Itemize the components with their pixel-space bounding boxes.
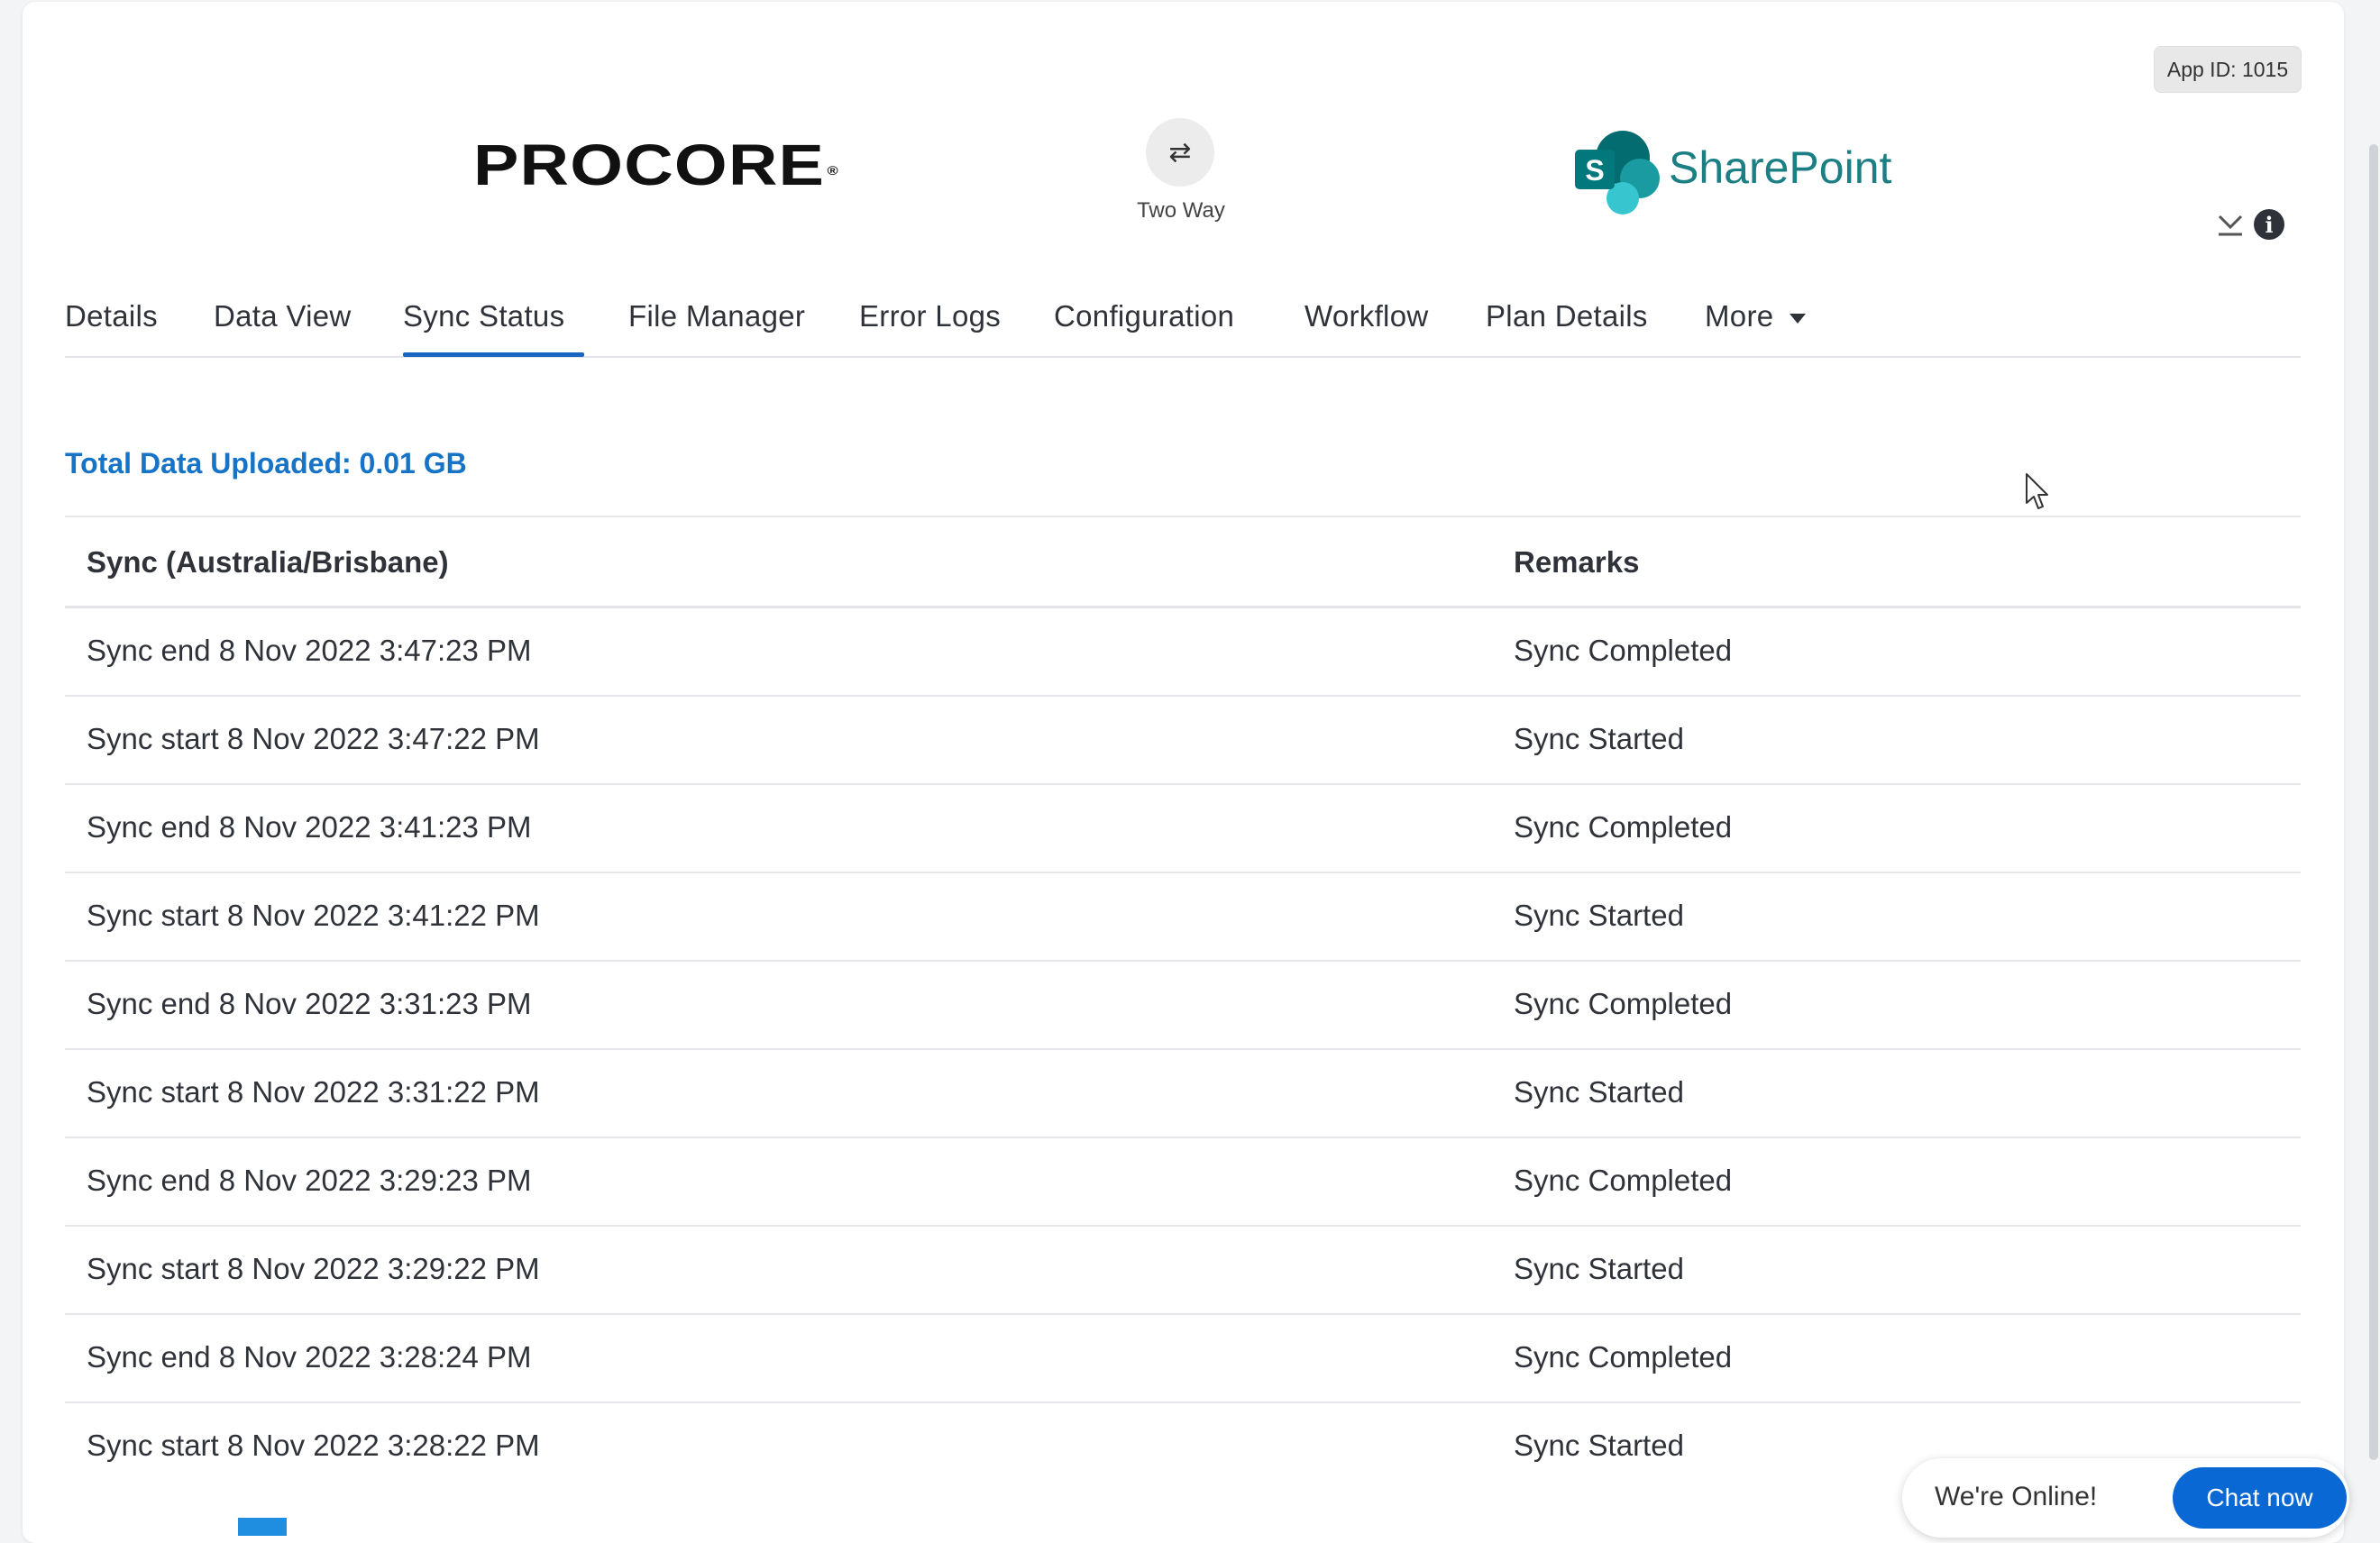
tab-bar: Details Data View Sync Status File Manag… [65,290,2301,358]
tab-error-logs[interactable]: Error Logs [859,299,1001,333]
column-header-remarks: Remarks [1514,545,1640,579]
table-row: Sync start 8 Nov 2022 3:31:22 PM Sync St… [65,1050,2301,1138]
sync-cell: Sync end 8 Nov 2022 3:47:23 PM [87,634,532,667]
remarks-cell: Sync Started [1514,1429,1684,1462]
remarks-cell: Sync Completed [1514,810,1733,844]
pagination-active-page[interactable] [238,1518,287,1536]
remarks-cell: Sync Completed [1514,634,1733,667]
remarks-cell: Sync Started [1514,1252,1684,1285]
procore-logo: PROCORE ® [473,132,839,197]
sharepoint-logo-icon: S [1575,131,1660,215]
caret-down-icon [1790,313,1807,324]
sync-cell: Sync start 8 Nov 2022 3:41:22 PM [87,899,540,932]
remarks-cell: Sync Completed [1514,987,1733,1020]
remarks-cell: Sync Started [1514,899,1684,932]
sync-status-table: Sync (Australia/Brisbane) Remarks Sync e… [65,516,2301,1490]
active-tab-indicator [403,352,584,357]
table-row: Sync start 8 Nov 2022 3:47:22 PM Sync St… [65,697,2301,785]
column-header-sync: Sync (Australia/Brisbane) [87,545,449,579]
table-row: Sync end 8 Nov 2022 3:41:23 PM Sync Comp… [65,785,2301,873]
sync-cell: Sync start 8 Nov 2022 3:31:22 PM [87,1075,540,1109]
chat-status-text: We're Online! [1935,1482,2098,1511]
sync-cell: Sync end 8 Nov 2022 3:28:24 PM [87,1340,532,1374]
sync-cell: Sync end 8 Nov 2022 3:31:23 PM [87,987,532,1020]
sharepoint-logo-text: SharePoint [1669,142,1892,193]
table-row: Sync start 8 Nov 2022 3:41:22 PM Sync St… [65,873,2301,962]
tab-workflow[interactable]: Workflow [1304,299,1428,333]
total-data-uploaded: Total Data Uploaded: 0.01 GB [65,447,467,479]
remarks-cell: Sync Started [1514,722,1684,755]
two-way-sync-icon[interactable]: ⇄ [1146,118,1214,187]
table-row: Sync end 8 Nov 2022 3:31:23 PM Sync Comp… [65,962,2301,1050]
tab-sync-status[interactable]: Sync Status [403,299,564,333]
sync-direction-label: Two Way [1137,198,1225,223]
tab-configuration[interactable]: Configuration [1054,299,1234,333]
sharepoint-logo-letter: S [1585,154,1604,187]
table-row: Sync start 8 Nov 2022 3:29:22 PM Sync St… [65,1227,2301,1315]
sync-cell: Sync end 8 Nov 2022 3:41:23 PM [87,810,532,844]
sync-cell: Sync start 8 Nov 2022 3:29:22 PM [87,1252,540,1285]
tab-more[interactable]: More [1705,299,1807,333]
tab-file-manager[interactable]: File Manager [628,299,805,333]
table-header: Sync (Australia/Brisbane) Remarks [65,517,2301,608]
collapse-icon[interactable] [2216,209,2245,238]
tab-more-label: More [1705,299,1774,333]
chat-widget: We're Online! Chat now [1902,1458,2349,1538]
info-icon[interactable]: i [2254,209,2284,240]
tab-plan-details[interactable]: Plan Details [1486,299,1648,333]
registered-mark: ® [827,163,839,178]
sync-cell: Sync end 8 Nov 2022 3:29:23 PM [87,1164,532,1197]
page-scrollbar[interactable] [2369,144,2378,1460]
tab-details[interactable]: Details [65,299,158,333]
remarks-cell: Sync Completed [1514,1164,1733,1197]
chat-now-button[interactable]: Chat now [2173,1467,2347,1529]
remarks-cell: Sync Started [1514,1075,1684,1109]
sync-cell: Sync start 8 Nov 2022 3:47:22 PM [87,722,540,755]
remarks-cell: Sync Completed [1514,1340,1733,1374]
table-row: Sync end 8 Nov 2022 3:28:24 PM Sync Comp… [65,1315,2301,1403]
app-id-badge: App ID: 1015 [2154,46,2302,93]
tab-data-view[interactable]: Data View [214,299,352,333]
mouse-cursor-icon [2026,473,2048,509]
sync-cell: Sync start 8 Nov 2022 3:28:22 PM [87,1429,540,1462]
table-row: Sync end 8 Nov 2022 3:47:23 PM Sync Comp… [65,608,2301,697]
procore-logo-text: PROCORE [473,132,826,197]
table-row: Sync end 8 Nov 2022 3:29:23 PM Sync Comp… [65,1138,2301,1227]
